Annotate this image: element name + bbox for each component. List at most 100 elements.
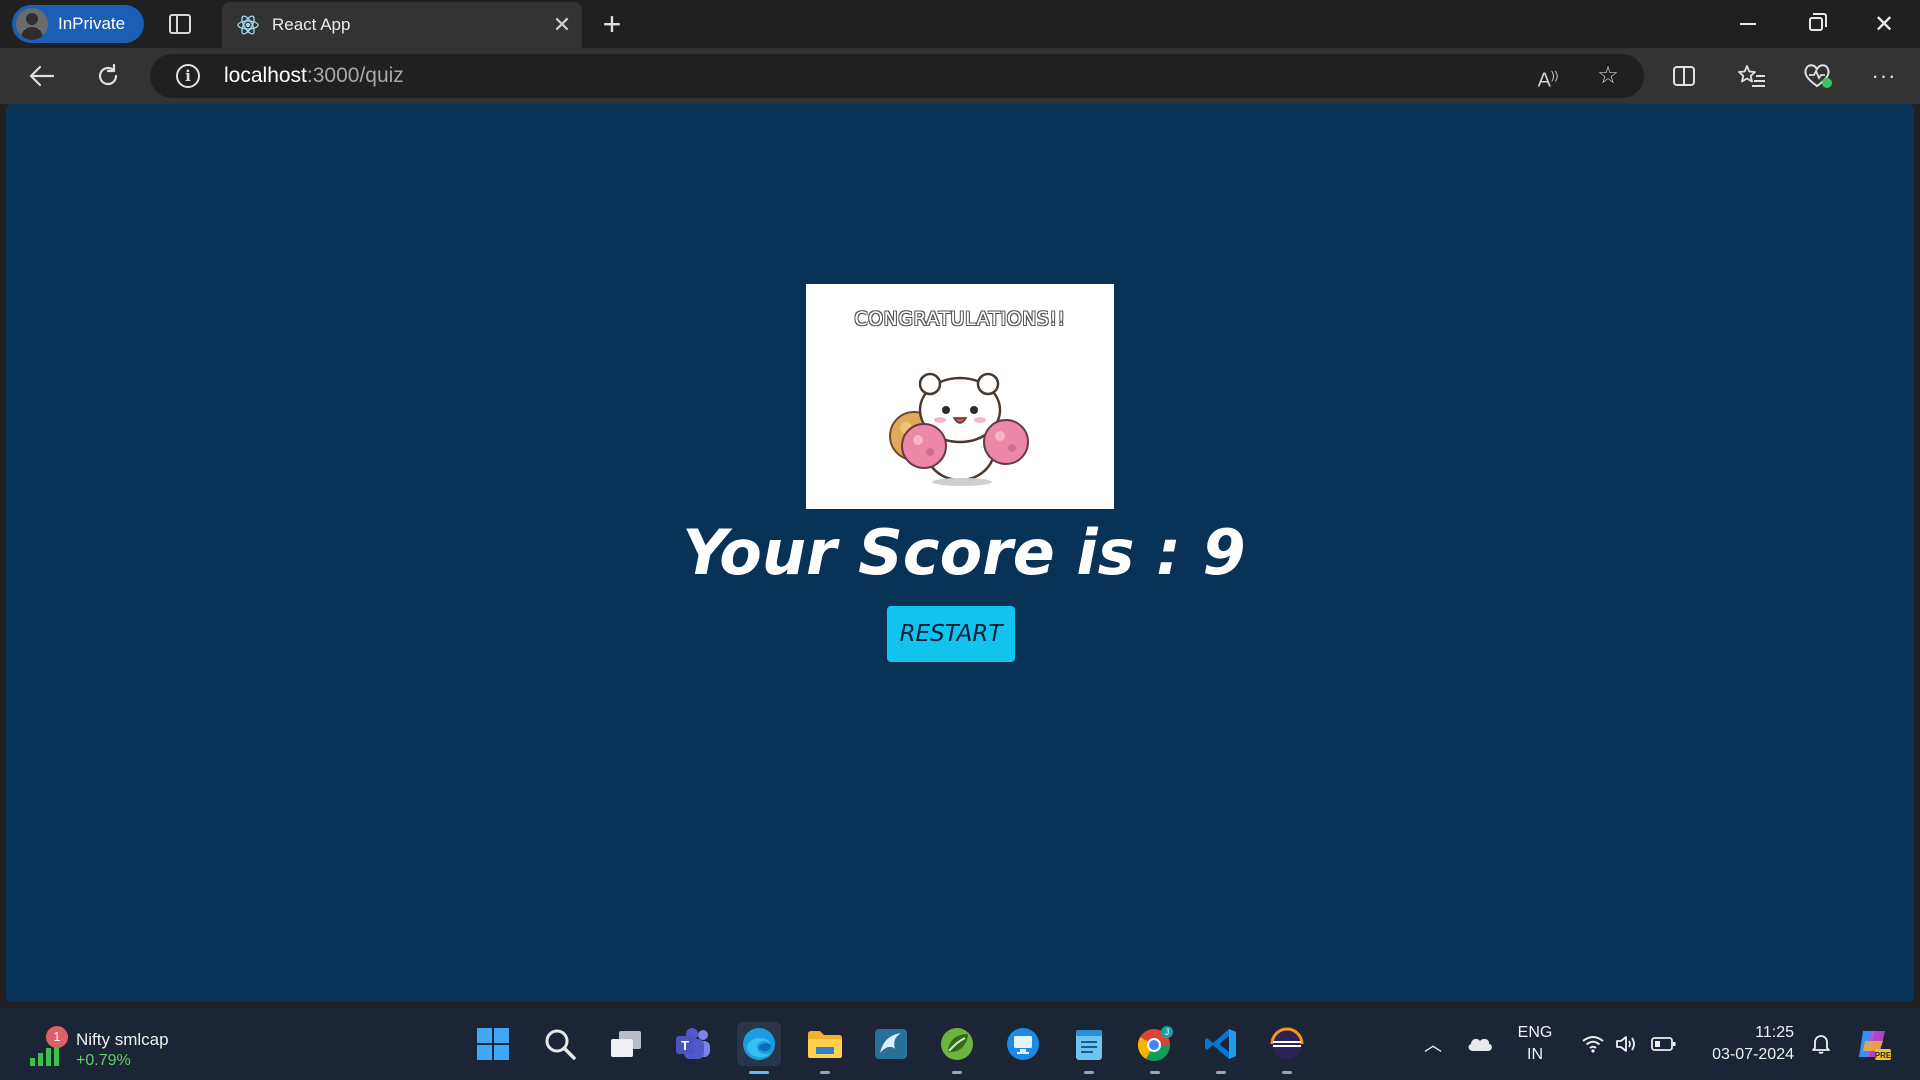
- back-button[interactable]: [22, 58, 62, 94]
- browser-essentials-button[interactable]: [1798, 58, 1838, 94]
- chrome-app[interactable]: J: [1133, 1022, 1177, 1074]
- clock-date: 03-07-2024: [1712, 1046, 1794, 1063]
- running-indicator: [1150, 1071, 1160, 1074]
- read-aloud-icon[interactable]: A)): [1530, 62, 1566, 92]
- spring-leaf-icon: [941, 1028, 973, 1060]
- notifications-button[interactable]: [1806, 1008, 1836, 1080]
- input-language-button[interactable]: ENG IN: [1510, 1008, 1560, 1080]
- running-indicator: [820, 1071, 830, 1074]
- speaker-icon: [1616, 1036, 1635, 1052]
- tab-react-app[interactable]: React App ✕: [222, 2, 582, 48]
- add-favorite-star-icon[interactable]: ☆: [1590, 62, 1626, 90]
- tab-actions-button[interactable]: [166, 12, 194, 36]
- windows-taskbar: 1 Nifty smlcap +0.79% T J ︿ ENG IN 11:25…: [0, 1008, 1920, 1080]
- split-screen-icon: [1673, 66, 1695, 86]
- score-value: Your Score is : 9: [682, 516, 1246, 589]
- notepad-app[interactable]: [1067, 1022, 1111, 1074]
- svg-text:PRE: PRE: [1875, 1051, 1891, 1060]
- site-info-icon[interactable]: i: [176, 64, 200, 88]
- arrow-left-icon: [29, 65, 55, 87]
- notepad-icon: [1076, 1030, 1102, 1060]
- svg-text:J: J: [1165, 1027, 1170, 1037]
- window-minimize-button[interactable]: [1714, 0, 1782, 48]
- mysql-workbench-app[interactable]: [869, 1022, 913, 1066]
- widget-title: Nifty smlcap: [76, 1030, 169, 1049]
- chevron-up-icon: ︿: [1424, 1035, 1442, 1055]
- notification-badge: 1: [46, 1026, 68, 1048]
- folder-icon: [808, 1031, 842, 1058]
- split-screen-button[interactable]: [1664, 58, 1704, 94]
- restore-icon: [1809, 13, 1827, 31]
- inprivate-profile-button[interactable]: InPrivate: [12, 5, 144, 43]
- settings-more-button[interactable]: ···: [1864, 58, 1904, 94]
- cheering-bear-illustration: [889, 372, 1029, 486]
- url-text[interactable]: localhost:3000/quiz: [224, 64, 404, 88]
- inprivate-label: InPrivate: [58, 14, 126, 33]
- widget-change: +0.79%: [76, 1052, 131, 1069]
- battery-icon: [1651, 1037, 1676, 1051]
- window-restore-button[interactable]: [1782, 0, 1850, 48]
- eclipse-icon: [1270, 1027, 1304, 1059]
- eclipse-app[interactable]: [1265, 1022, 1309, 1074]
- address-bar[interactable]: i localhost:3000/quiz A)) ☆: [150, 54, 1644, 98]
- file-explorer-app[interactable]: [803, 1022, 847, 1074]
- task-view-button[interactable]: [604, 1022, 648, 1066]
- start-button[interactable]: [471, 1022, 515, 1066]
- teams-icon: T: [676, 1028, 710, 1059]
- url-host: localhost: [224, 64, 307, 87]
- language-code: ENG: [1517, 1024, 1553, 1041]
- vscode-icon: [1205, 1029, 1236, 1059]
- favorites-list-icon: [1738, 65, 1765, 87]
- running-indicator: [1282, 1071, 1292, 1074]
- battery-button[interactable]: [1648, 1008, 1680, 1080]
- edge-app[interactable]: [737, 1022, 781, 1074]
- heart-pulse-icon: [1804, 64, 1832, 88]
- window-close-button[interactable]: ✕: [1850, 0, 1918, 48]
- copilot-button[interactable]: PRE: [1850, 1008, 1896, 1080]
- browser-toolbar: i localhost:3000/quiz A)) ☆ ···: [0, 48, 1920, 104]
- bell-icon: [1812, 1035, 1830, 1054]
- onedrive-tray[interactable]: [1462, 1008, 1498, 1080]
- tab-title: React App: [272, 15, 351, 34]
- remote-desktop-icon: [1007, 1028, 1039, 1060]
- tab-close-icon[interactable]: ✕: [542, 12, 582, 38]
- clock-button[interactable]: 11:25 03-07-2024: [1694, 1008, 1794, 1080]
- url-path: :3000/quiz: [306, 64, 404, 87]
- teams-app[interactable]: T: [671, 1022, 715, 1066]
- refresh-icon: [98, 63, 118, 86]
- network-button[interactable]: [1578, 1008, 1608, 1080]
- profile-avatar-icon: [16, 8, 48, 40]
- show-hidden-icons-button[interactable]: ︿: [1418, 1008, 1448, 1080]
- copilot-icon: PRE: [1859, 1031, 1891, 1060]
- chrome-icon: J: [1137, 1026, 1173, 1062]
- tab-actions-icon: [169, 14, 191, 34]
- congratulations-image: CONGRATULATIONS!!: [806, 284, 1114, 509]
- running-indicator: [952, 1071, 962, 1074]
- page-viewport: CONGRATULATIONS!! Your Score is: 9 REST…: [6, 104, 1914, 1002]
- cloud-icon: [1468, 1038, 1492, 1051]
- stock-widget[interactable]: 1 Nifty smlcap +0.79%: [24, 1018, 204, 1070]
- image-caption: CONGRATULATIONS!!: [854, 308, 1066, 330]
- favorites-button[interactable]: [1732, 58, 1772, 94]
- browser-title-bar: InPrivate React App ✕ + ✕: [0, 0, 1920, 48]
- taskbar-search-button[interactable]: [538, 1022, 582, 1066]
- active-indicator: [749, 1071, 769, 1074]
- react-logo-icon: [237, 15, 259, 35]
- close-icon: ✕: [1873, 10, 1895, 38]
- minimize-icon: [1740, 23, 1756, 25]
- running-indicator: [1084, 1071, 1094, 1074]
- language-region: IN: [1527, 1046, 1543, 1063]
- restart-button[interactable]: RESTART: [887, 606, 1015, 662]
- running-indicator: [1216, 1071, 1226, 1074]
- score-text: Your Score is : 9: [6, 516, 1914, 589]
- new-tab-button[interactable]: +: [598, 6, 626, 42]
- clock-time: 11:25: [1755, 1024, 1794, 1041]
- vscode-app[interactable]: [1199, 1022, 1243, 1074]
- spring-tools-app[interactable]: [935, 1022, 979, 1074]
- quiz-result-screen: CONGRATULATIONS!! Your Score is: 9 REST…: [6, 104, 1914, 1002]
- task-view-icon: [611, 1031, 641, 1057]
- wifi-icon: [1582, 1036, 1604, 1053]
- remote-desktop-app[interactable]: [1001, 1022, 1045, 1066]
- reload-button[interactable]: [88, 58, 128, 94]
- volume-button[interactable]: [1612, 1008, 1644, 1080]
